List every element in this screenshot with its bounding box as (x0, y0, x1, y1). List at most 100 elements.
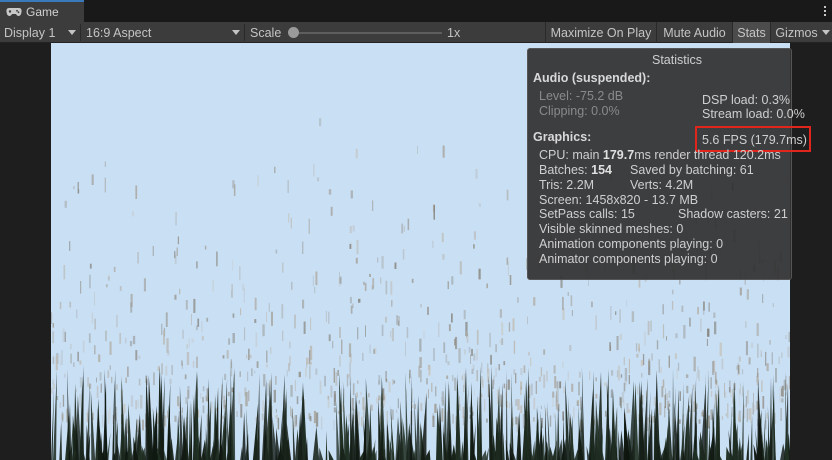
distant-grass-streak (174, 415, 177, 422)
scale-label: Scale (250, 22, 281, 43)
distant-grass-streak (238, 392, 241, 405)
divider (244, 24, 245, 41)
distant-grass-streak (419, 338, 422, 352)
distant-grass-streak (174, 294, 177, 300)
distant-grass-streak (59, 354, 61, 366)
distant-grass-streak (656, 340, 659, 350)
foreground-grass-blade (623, 407, 630, 460)
distant-grass-streak (386, 411, 388, 422)
distant-grass-streak (157, 412, 159, 424)
tab-menu-icon[interactable] (822, 3, 828, 19)
distant-grass-streak (507, 379, 510, 390)
distant-grass-streak (653, 396, 656, 406)
mute-audio-button[interactable]: Mute Audio (656, 22, 732, 43)
audio-level: Level: -75.2 dB (539, 89, 624, 103)
distant-grass-streak (69, 301, 72, 308)
distant-grass-streak (651, 353, 653, 361)
distant-grass-streak (578, 381, 580, 396)
tab-game[interactable]: Game (0, 0, 84, 22)
distant-grass-streak (135, 185, 138, 199)
distant-grass-streak (707, 328, 710, 337)
display-dropdown[interactable]: Display 1 (4, 22, 55, 43)
distant-grass-streak (82, 340, 85, 353)
distant-grass-streak (515, 399, 518, 406)
distant-grass-streak (475, 168, 478, 179)
distant-grass-streak (287, 180, 289, 193)
distant-grass-streak (677, 362, 680, 371)
distant-grass-streak (520, 368, 523, 375)
distant-grass-streak (315, 368, 318, 375)
distant-grass-streak (206, 317, 209, 322)
distant-grass-streak (732, 389, 734, 404)
distant-grass-streak (73, 362, 75, 367)
distant-grass-streak (335, 372, 338, 386)
distant-grass-streak (407, 218, 410, 231)
foreground-grass-blade (460, 441, 464, 460)
distant-grass-streak (661, 386, 664, 398)
distant-grass-streak (420, 402, 423, 411)
cpu-stats: CPU: main 179.7ms render thread 120.2ms (539, 148, 781, 162)
distant-grass-streak (288, 363, 290, 372)
chevron-down-icon[interactable] (232, 30, 240, 35)
distant-grass-streak (186, 352, 190, 366)
distant-grass-streak (727, 403, 729, 419)
distant-grass-streak (357, 380, 359, 384)
scale-slider-thumb[interactable] (288, 27, 299, 38)
distant-grass-streak (348, 413, 350, 422)
tab-label: Game (26, 5, 59, 19)
distant-grass-streak (675, 333, 678, 339)
distant-grass-streak (733, 383, 735, 391)
distant-grass-streak (231, 284, 233, 298)
distant-grass-streak (109, 407, 111, 421)
distant-grass-streak (87, 377, 89, 387)
distant-grass-streak (200, 393, 202, 399)
distant-grass-streak (713, 312, 716, 318)
distant-grass-streak (420, 304, 422, 308)
distant-grass-streak (569, 345, 572, 351)
distant-grass-streak (77, 181, 79, 194)
distant-grass-streak (553, 413, 555, 419)
distant-grass-streak (463, 373, 466, 388)
distant-grass-streak (405, 341, 406, 357)
distant-grass-streak (76, 389, 77, 393)
distant-grass-streak (372, 200, 374, 211)
distant-grass-streak (426, 378, 428, 385)
distant-grass-streak (381, 255, 384, 269)
distant-grass-streak (509, 402, 511, 409)
distant-grass-streak (762, 396, 765, 409)
distant-grass-streak (70, 343, 72, 350)
distant-grass-streak (788, 331, 790, 342)
batches-prefix: Batches: (539, 163, 592, 177)
distant-grass-streak (239, 266, 241, 281)
distant-grass-streak (254, 319, 257, 323)
distant-grass-streak (714, 321, 717, 335)
distant-grass-streak (503, 383, 505, 389)
distant-grass-streak (365, 325, 366, 337)
gizmos-chevron-down-icon[interactable] (822, 30, 830, 35)
distant-grass-streak (745, 321, 747, 329)
distant-grass-streak (228, 338, 231, 345)
foreground-grass-blade (319, 447, 324, 460)
maximize-on-play-button[interactable]: Maximize On Play (545, 22, 656, 43)
stats-button[interactable]: Stats (732, 22, 770, 43)
distant-grass-streak (611, 370, 614, 376)
distant-grass-streak (423, 330, 425, 339)
distant-grass-streak (746, 289, 749, 300)
distant-grass-streak (178, 411, 180, 423)
scale-slider-track[interactable] (296, 32, 442, 34)
distant-grass-streak (623, 357, 625, 366)
distant-grass-streak (650, 320, 652, 332)
distant-grass-streak (202, 405, 205, 414)
distant-grass-streak (51, 388, 53, 394)
chevron-down-icon[interactable] (68, 30, 76, 35)
distant-grass-streak (730, 389, 732, 398)
distant-grass-streak (362, 397, 365, 410)
distant-grass-streak (266, 350, 268, 363)
gizmos-button[interactable]: Gizmos (770, 22, 822, 43)
distant-grass-streak (135, 400, 137, 410)
distant-grass-streak (306, 357, 309, 365)
distant-grass-streak (290, 406, 292, 417)
aspect-dropdown[interactable]: 16:9 Aspect (86, 22, 151, 43)
distant-grass-streak (177, 236, 179, 245)
distant-grass-streak (357, 327, 359, 340)
